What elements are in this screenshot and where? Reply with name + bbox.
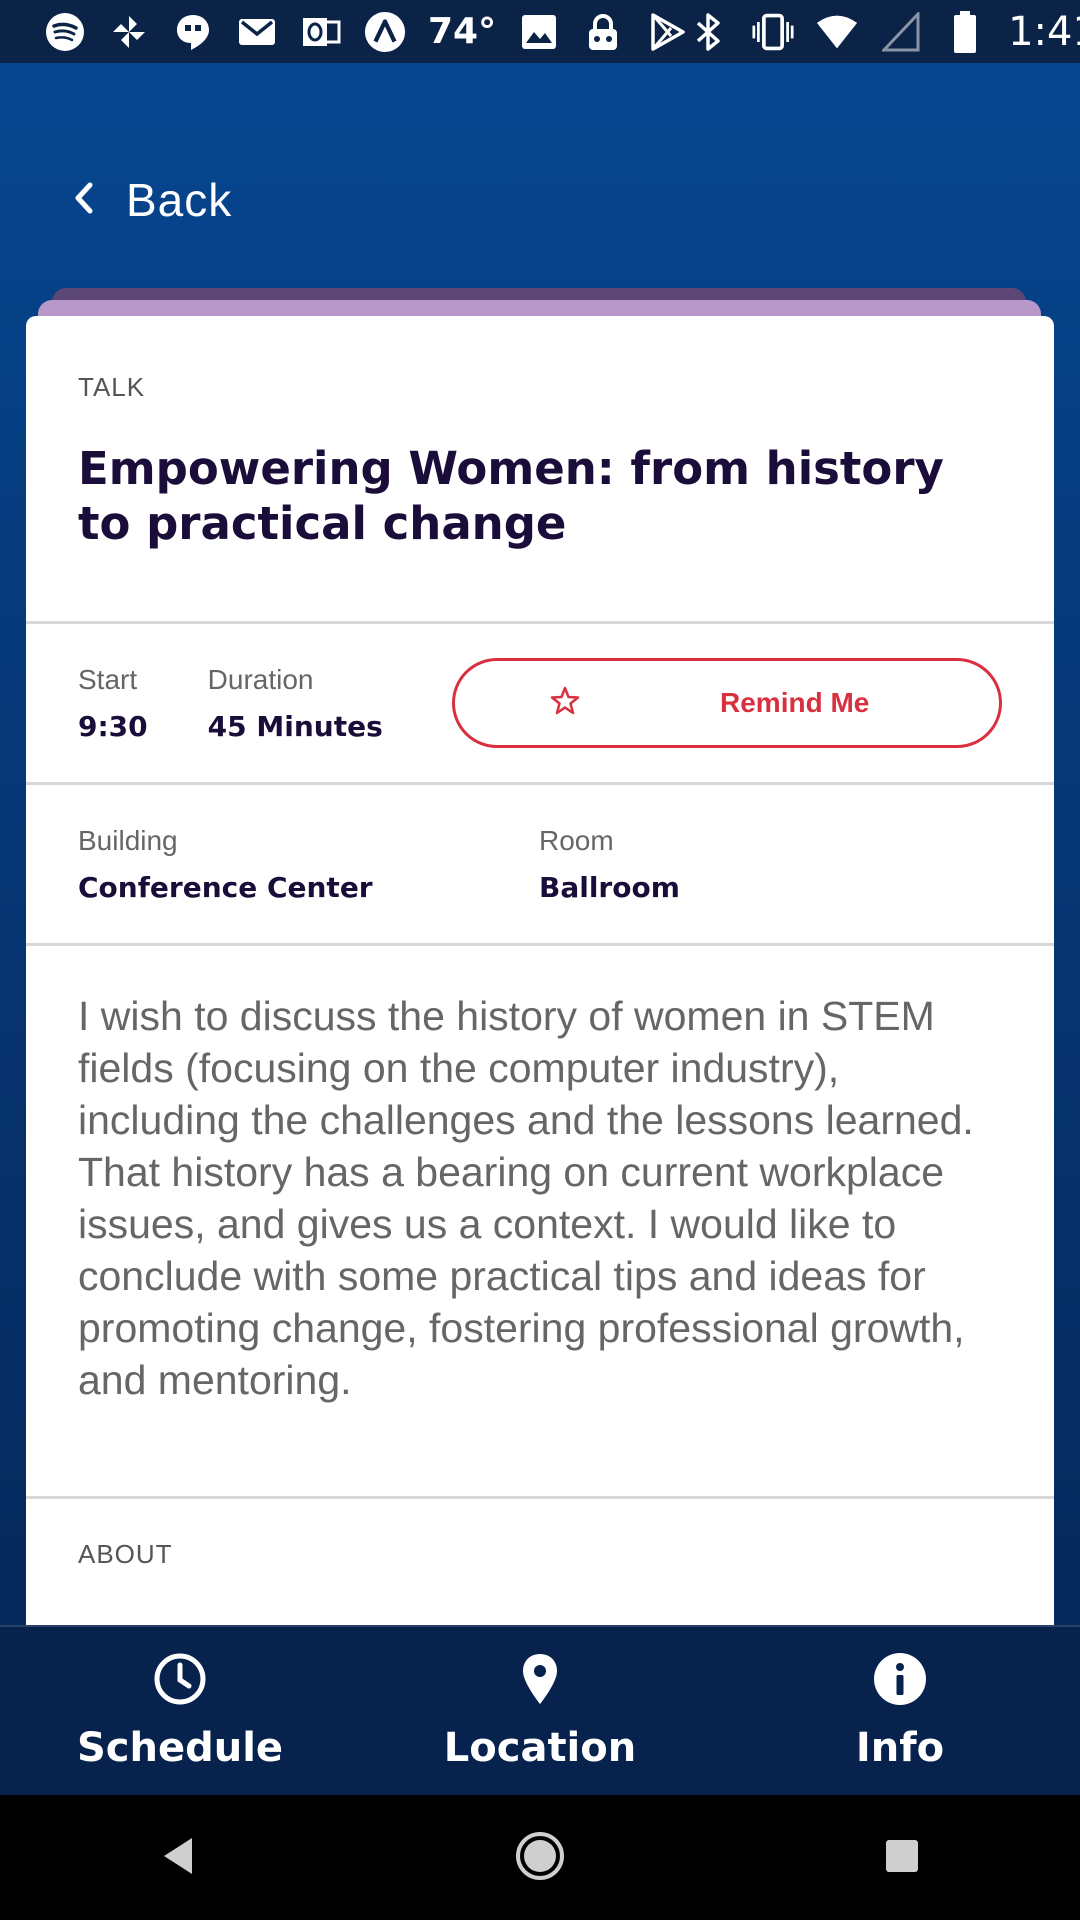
remind-me-button[interactable]: Remind Me — [452, 658, 1002, 748]
clock-icon — [152, 1651, 208, 1711]
app-screen: Back TALK Empowering Women: from history… — [0, 63, 1080, 1625]
about-section: ABOUT — [26, 1499, 1054, 1610]
session-description-section: I wish to discuss the history of women i… — [26, 946, 1054, 1499]
home-circle-icon[interactable] — [514, 1830, 566, 1886]
gmail-icon — [236, 11, 278, 53]
start-label: Start — [78, 663, 138, 695]
room-label: Room — [539, 824, 614, 856]
session-card: TALK Empowering Women: from history to p… — [26, 316, 1054, 1625]
app-icon — [364, 11, 406, 53]
recents-square-icon[interactable] — [882, 1836, 922, 1880]
bluetooth-icon — [688, 11, 730, 53]
chevron-left-icon — [70, 179, 96, 221]
info-icon — [872, 1651, 928, 1711]
duration-field: Duration 45 Minutes — [208, 664, 383, 743]
start-value: 9:30 — [78, 709, 148, 743]
session-type: TALK — [78, 372, 146, 402]
signal-icon — [880, 11, 922, 53]
remind-me-label: Remind Me — [720, 687, 870, 718]
building-value: Conference Center — [78, 870, 373, 904]
pinwheel-icon — [108, 11, 150, 53]
lock-icon — [582, 11, 624, 53]
play-store-icon — [646, 11, 688, 53]
back-label: Back — [126, 174, 233, 226]
spotify-icon — [44, 11, 86, 53]
about-label: ABOUT — [78, 1539, 173, 1569]
session-location-row: Building Conference Center Room Ballroom — [26, 785, 1054, 946]
outlook-icon — [300, 11, 342, 53]
room-field: Room Ballroom — [539, 825, 1000, 904]
map-pin-icon — [512, 1651, 568, 1711]
nav-schedule[interactable]: Schedule — [30, 1651, 330, 1771]
nav-location[interactable]: Location — [390, 1651, 690, 1771]
room-value: Ballroom — [539, 870, 680, 904]
bottom-nav: Schedule Location Info — [0, 1625, 1080, 1795]
wifi-icon — [816, 11, 858, 53]
start-field: Start 9:30 — [78, 664, 148, 743]
session-time-row: Start 9:30 Duration 45 Minutes Remind Me — [26, 624, 1054, 785]
back-triangle-icon[interactable] — [158, 1834, 198, 1882]
session-description: I wish to discuss the history of women i… — [78, 993, 974, 1403]
nav-info-label: Info — [855, 1725, 945, 1771]
duration-value: 45 Minutes — [207, 709, 383, 743]
vibrate-icon — [752, 11, 794, 53]
nav-location-label: Location — [443, 1725, 637, 1771]
battery-icon — [944, 10, 986, 53]
nav-info[interactable]: Info — [750, 1651, 1050, 1771]
nav-schedule-label: Schedule — [76, 1725, 284, 1771]
back-button[interactable]: Back — [70, 173, 232, 227]
session-title: Empowering Women: from history to practi… — [78, 442, 944, 550]
session-header: TALK Empowering Women: from history to p… — [26, 316, 1054, 624]
star-icon — [550, 686, 580, 720]
clock: 1:41 — [1008, 8, 1080, 55]
notification-icons: 74° — [44, 11, 688, 53]
system-nav-bar — [0, 1795, 1080, 1920]
building-label: Building — [78, 824, 178, 856]
building-field: Building Conference Center — [78, 825, 539, 904]
status-bar: 74° 1:41 — [0, 0, 1080, 63]
temperature: 74° — [428, 11, 497, 52]
image-icon — [518, 11, 560, 53]
system-status: 1:41 — [688, 9, 1080, 55]
duration-label: Duration — [207, 663, 314, 695]
hangouts-icon — [172, 11, 214, 53]
